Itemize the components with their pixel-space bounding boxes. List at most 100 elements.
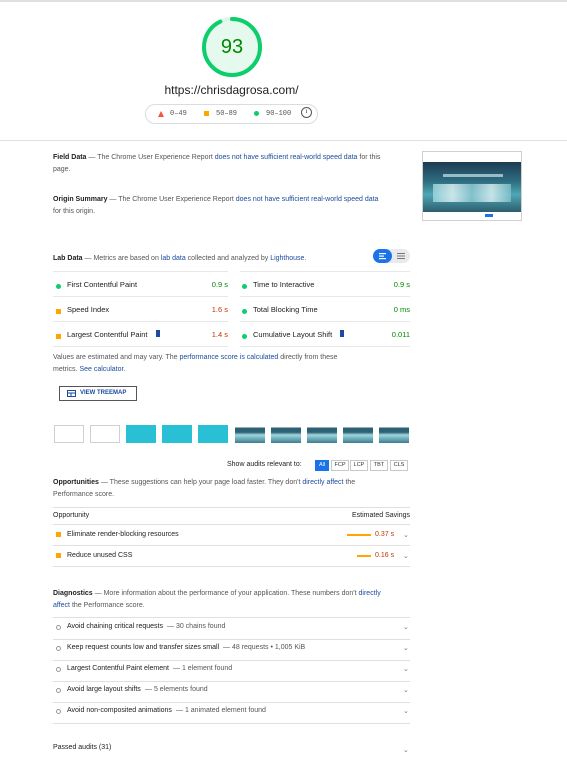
legend-pass-label: 90–100 bbox=[266, 110, 292, 118]
savings-value: 0.16 s bbox=[375, 552, 395, 559]
field-data-text: The Chrome User Experience Report bbox=[97, 154, 213, 161]
diagnostic-item[interactable]: Keep request counts low and transfer siz… bbox=[53, 641, 410, 660]
metric-label: Cumulative Layout Shift bbox=[253, 330, 333, 339]
calculator-link[interactable]: See calculator. bbox=[79, 366, 125, 373]
filter-lcp-button[interactable]: LCP bbox=[350, 460, 368, 471]
view-treemap-button[interactable]: VIEW TREEMAP bbox=[59, 386, 137, 401]
lab-data-section: Lab Data — Metrics are based on lab data… bbox=[53, 253, 373, 265]
passed-audits-toggle[interactable]: Passed audits (31) ⌄ bbox=[53, 744, 410, 758]
diagnostic-detail: — 5 elements found bbox=[145, 686, 208, 693]
chevron-down-icon[interactable]: ⌄ bbox=[403, 665, 409, 673]
opportunity-item[interactable]: Eliminate render-blocking resources 0.37… bbox=[53, 527, 410, 547]
estimate-text-c: metrics. bbox=[53, 366, 78, 373]
field-data-section: Field Data — The Chrome User Experience … bbox=[53, 152, 383, 176]
lab-data-link[interactable]: lab data bbox=[161, 255, 186, 262]
info-circle-icon bbox=[56, 646, 61, 651]
diagnostic-item[interactable]: Largest Contentful Paint element — 1 elem… bbox=[53, 662, 410, 681]
origin-summary-section: Origin Summary — The Chrome User Experie… bbox=[53, 194, 383, 218]
divider bbox=[53, 681, 410, 682]
filter-label: Show audits relevant to: bbox=[227, 461, 302, 468]
metrics-view-toggle[interactable] bbox=[373, 249, 410, 263]
divider bbox=[53, 660, 410, 661]
chevron-down-icon[interactable]: ⌄ bbox=[403, 623, 409, 631]
divider bbox=[53, 507, 410, 508]
diagnostics-text: More information about the performance o… bbox=[103, 590, 357, 597]
affect-link[interactable]: affect bbox=[53, 602, 70, 609]
opportunities-tail: the bbox=[345, 479, 356, 486]
col-savings-header: Estimated Savings bbox=[352, 512, 410, 519]
metric-label: First Contentful Paint bbox=[67, 280, 138, 289]
filmstrip-frame bbox=[307, 425, 337, 443]
diagnostics-title: Diagnostics bbox=[53, 590, 93, 597]
filmstrip-frame bbox=[90, 425, 120, 443]
metric-row: Speed Index 1.6 s bbox=[53, 296, 228, 321]
diagnostic-item[interactable]: Avoid large layout shifts — 5 elements fo… bbox=[53, 683, 410, 702]
fail-triangle-icon bbox=[158, 111, 164, 120]
score-calculated-link[interactable]: performance score is calculated bbox=[179, 354, 278, 361]
diagnostic-item[interactable]: Avoid non-composited animations — 1 anima… bbox=[53, 704, 410, 723]
chevron-down-icon[interactable]: ⌄ bbox=[403, 746, 409, 754]
opportunity-label: Eliminate render-blocking resources bbox=[67, 531, 179, 538]
filmstrip-frame bbox=[379, 425, 409, 443]
info-circle-icon bbox=[56, 709, 61, 714]
chevron-down-icon[interactable]: ⌄ bbox=[403, 531, 409, 539]
savings-value: 0.37 s bbox=[375, 531, 395, 538]
filmstrip-frame bbox=[126, 425, 156, 443]
field-data-link[interactable]: does not have sufficient real-world spee… bbox=[215, 154, 358, 161]
metric-row: First Contentful Paint 0.9 s bbox=[53, 271, 228, 296]
col-opportunity-header: Opportunity bbox=[53, 512, 90, 519]
score-legend: 0–49 50–89 90–100 bbox=[145, 104, 318, 124]
opportunity-label: Reduce unused CSS bbox=[67, 552, 133, 559]
metric-label: Total Blocking Time bbox=[253, 305, 318, 314]
diagnostic-detail: — 48 requests • 1,005 KiB bbox=[223, 644, 306, 651]
chevron-down-icon[interactable]: ⌄ bbox=[403, 707, 409, 715]
origin-summary-title: Origin Summary bbox=[53, 196, 108, 203]
pass-circle-icon bbox=[56, 282, 61, 291]
diagnostics-tail: the Performance score. bbox=[71, 602, 145, 609]
filter-all-button[interactable]: All bbox=[315, 460, 329, 471]
metric-label: Speed Index bbox=[67, 305, 110, 314]
dash: — bbox=[88, 154, 96, 161]
expanded-view-icon[interactable] bbox=[393, 249, 410, 263]
directly-link[interactable]: directly bbox=[359, 590, 381, 597]
directly-affect-link[interactable]: directly affect bbox=[302, 479, 343, 486]
filmstrip-frame bbox=[235, 425, 265, 443]
lcp-badge-icon[interactable] bbox=[156, 330, 160, 337]
legend-fail-label: 0–49 bbox=[170, 110, 187, 118]
metric-value: 0.9 s bbox=[393, 280, 410, 289]
metric-value: 1.4 s bbox=[211, 330, 228, 339]
treemap-icon bbox=[67, 390, 76, 397]
metric-row: Largest Contentful Paint 1.4 s bbox=[53, 321, 228, 347]
divider bbox=[53, 545, 410, 546]
opportunity-item[interactable]: Reduce unused CSS 0.16 s ⌄ bbox=[53, 548, 410, 568]
pass-circle-icon bbox=[242, 307, 247, 316]
passed-audits-label: Passed audits (31) bbox=[53, 744, 112, 751]
metric-row: Total Blocking Time 0 ms bbox=[240, 296, 410, 321]
pass-circle-icon bbox=[242, 332, 247, 341]
page-url[interactable]: https://chrisdagrosa.com/ bbox=[0, 83, 463, 97]
metric-value: 0.011 bbox=[391, 330, 410, 339]
filter-fcp-button[interactable]: FCP bbox=[331, 460, 349, 471]
divider bbox=[53, 639, 410, 640]
diagnostic-item[interactable]: Avoid chaining critical requests — 30 cha… bbox=[53, 620, 410, 639]
chevron-down-icon[interactable]: ⌄ bbox=[403, 686, 409, 694]
origin-summary-link[interactable]: does not have sufficient real-world spee… bbox=[236, 196, 379, 203]
origin-summary-text: The Chrome User Experience Report bbox=[118, 196, 234, 203]
dash: — bbox=[100, 479, 108, 486]
metric-value: 0.9 s bbox=[211, 280, 228, 289]
cls-badge-icon[interactable] bbox=[340, 330, 344, 337]
metric-row: Time to Interactive 0.9 s bbox=[240, 271, 410, 296]
filter-tbt-button[interactable]: TBT bbox=[370, 460, 388, 471]
savings-bar bbox=[357, 555, 371, 557]
lab-data-mid: collected and analyzed by bbox=[187, 255, 269, 262]
chevron-down-icon[interactable]: ⌄ bbox=[403, 552, 409, 560]
diagnostic-detail: — 1 animated element found bbox=[176, 707, 266, 714]
info-icon[interactable]: i bbox=[301, 107, 312, 118]
info-circle-icon bbox=[56, 667, 61, 672]
compact-view-button[interactable] bbox=[373, 249, 392, 263]
score-value: 93 bbox=[220, 36, 244, 58]
chevron-down-icon[interactable]: ⌄ bbox=[403, 644, 409, 652]
diagnostic-detail: — 30 chains found bbox=[167, 623, 226, 630]
filter-cls-button[interactable]: CLS bbox=[390, 460, 408, 471]
lighthouse-link[interactable]: Lighthouse bbox=[270, 255, 304, 262]
